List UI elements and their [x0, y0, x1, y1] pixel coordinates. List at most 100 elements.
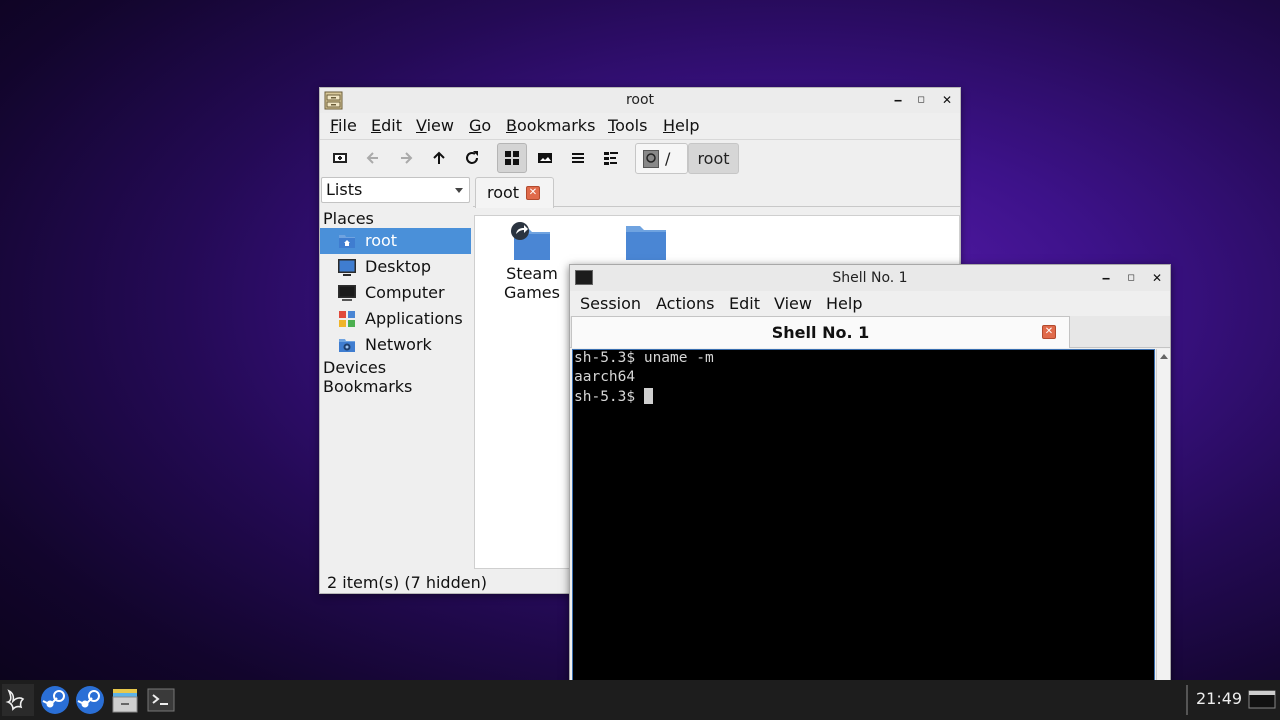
- tab-root[interactable]: root ✕: [475, 177, 554, 208]
- reload-icon: [466, 151, 478, 164]
- menu-edit[interactable]: Edit: [371, 116, 402, 135]
- tab-label: Shell No. 1: [771, 323, 870, 342]
- forward-button[interactable]: [391, 143, 421, 173]
- network-icon: [339, 339, 355, 352]
- minimize-button[interactable]: ‒: [889, 91, 907, 109]
- compact-view-button[interactable]: [563, 143, 593, 173]
- back-button[interactable]: [358, 143, 388, 173]
- window-title: root: [625, 92, 655, 108]
- folder-icon: [626, 226, 666, 260]
- devices-header[interactable]: Devices: [323, 358, 386, 377]
- close-button[interactable]: ✕: [1148, 269, 1166, 287]
- tab-shell-1[interactable]: Shell No. 1 ✕: [571, 316, 1070, 348]
- file-manager-icon: [112, 689, 138, 713]
- path-button-filesystem-root[interactable]: /: [635, 143, 688, 174]
- sidebar-item-label: Desktop: [365, 257, 431, 276]
- side-pane-mode-value: Lists: [326, 180, 363, 199]
- close-tab-icon[interactable]: ✕: [1042, 325, 1056, 339]
- computer-icon: [338, 285, 356, 301]
- reload-button[interactable]: [457, 143, 487, 173]
- file-item-folder[interactable]: [606, 222, 686, 264]
- arrow-left-icon: [366, 152, 378, 164]
- clock[interactable]: 21:49: [1196, 689, 1242, 708]
- desktop: root ‒ ◻ ✕ File Edit View Go Bookmarks T…: [0, 0, 1280, 720]
- arrow-right-icon: [401, 152, 413, 164]
- app-menu-button[interactable]: [2, 684, 34, 716]
- terminal-titlebar[interactable]: Shell No. 1 ‒ ◻ ✕: [570, 265, 1170, 291]
- sidebar-item-network[interactable]: Network: [320, 332, 471, 358]
- menu-view[interactable]: View: [416, 116, 454, 135]
- tab-label: root: [487, 183, 520, 202]
- file-manager-titlebar[interactable]: root ‒ ◻ ✕: [320, 88, 960, 113]
- applications-icon: [339, 311, 355, 327]
- status-bar: 2 item(s) (7 hidden): [327, 573, 487, 592]
- window-title: Shell No. 1: [832, 270, 908, 286]
- list-icon: [572, 153, 584, 163]
- steam-icon: [41, 686, 69, 714]
- new-window-button[interactable]: [325, 143, 355, 173]
- terminal-prompt: sh-5.3$: [574, 389, 644, 405]
- grid-view-icon: [505, 151, 519, 165]
- terminal-menubar: Session Actions Edit View Help: [570, 291, 1170, 315]
- close-button[interactable]: ✕: [938, 91, 956, 109]
- sidebar-item-label: root: [365, 231, 398, 250]
- sidebar-item-computer[interactable]: Computer: [320, 280, 471, 306]
- menu-file[interactable]: File: [330, 116, 357, 135]
- menu-edit[interactable]: Edit: [729, 294, 760, 313]
- menu-tools[interactable]: Tools: [608, 116, 647, 135]
- maximize-button[interactable]: ◻: [1122, 269, 1140, 287]
- terminal-prompt-line: sh-5.3$: [574, 388, 653, 405]
- up-button[interactable]: [424, 143, 454, 173]
- home-folder-icon: [339, 235, 355, 248]
- sidebar-item-label: Network: [365, 335, 432, 354]
- file-name-line: Steam: [506, 264, 558, 283]
- sidebar-item-label: Computer: [365, 283, 445, 302]
- taskbar-terminal[interactable]: [145, 684, 177, 716]
- terminal-scrollbar[interactable]: [1156, 349, 1170, 711]
- icon-view-button[interactable]: [497, 143, 527, 173]
- menu-help[interactable]: Help: [663, 116, 699, 135]
- app-menu-icon: [5, 689, 25, 711]
- terminal-window: Shell No. 1 ‒ ◻ ✕ Session Actions Edit V…: [569, 264, 1171, 712]
- folder-link-icon: [511, 222, 550, 260]
- detailed-list-icon: [604, 152, 618, 165]
- terminal-screen[interactable]: sh-5.3$ uname -m aarch64 sh-5.3$: [572, 349, 1155, 711]
- menu-actions[interactable]: Actions: [656, 294, 714, 313]
- terminal-tab-bar: Shell No. 1 ✕: [570, 316, 1170, 348]
- menu-go[interactable]: Go: [469, 116, 491, 135]
- path-segment-label: root: [697, 149, 730, 168]
- minimize-button[interactable]: ‒: [1097, 269, 1115, 287]
- terminal-line: aarch64: [574, 369, 636, 385]
- drive-icon: [643, 149, 659, 168]
- menu-bookmarks[interactable]: Bookmarks: [506, 116, 595, 135]
- bookmarks-header[interactable]: Bookmarks: [323, 377, 412, 396]
- new-window-icon: [333, 153, 347, 163]
- menu-help[interactable]: Help: [826, 294, 862, 313]
- file-item-steam-games[interactable]: Steam Games: [492, 222, 572, 302]
- taskbar-steam-2[interactable]: [74, 684, 106, 716]
- menu-view[interactable]: View: [774, 294, 812, 313]
- file-name-line: Games: [504, 283, 560, 302]
- sidebar-item-applications[interactable]: Applications: [320, 306, 471, 332]
- scroll-up-icon[interactable]: [1160, 354, 1168, 359]
- toolbar: / root: [320, 139, 960, 175]
- side-pane-mode-select[interactable]: Lists: [321, 177, 470, 203]
- steam-icon: [76, 686, 104, 714]
- desktop-icon: [338, 259, 356, 276]
- tray-separator: [1186, 685, 1188, 715]
- folder-tab-strip: root ✕: [473, 177, 960, 208]
- close-tab-icon[interactable]: ✕: [526, 186, 540, 200]
- maximize-button[interactable]: ◻: [912, 91, 930, 109]
- menubar: File Edit View Go Bookmarks Tools Help: [320, 113, 960, 137]
- sidebar-item-root[interactable]: root: [320, 228, 471, 254]
- taskbar-steam-1[interactable]: [39, 684, 71, 716]
- menu-session[interactable]: Session: [580, 294, 641, 313]
- path-button-root[interactable]: root: [688, 143, 739, 174]
- thumbnail-view-button[interactable]: [530, 143, 560, 173]
- taskbar: 21:49: [0, 680, 1280, 720]
- sidebar-item-desktop[interactable]: Desktop: [320, 254, 471, 280]
- chevron-down-icon: [455, 188, 463, 193]
- detailed-view-button[interactable]: [596, 143, 626, 173]
- show-desktop-button[interactable]: [1246, 684, 1278, 716]
- taskbar-file-manager[interactable]: [109, 684, 141, 716]
